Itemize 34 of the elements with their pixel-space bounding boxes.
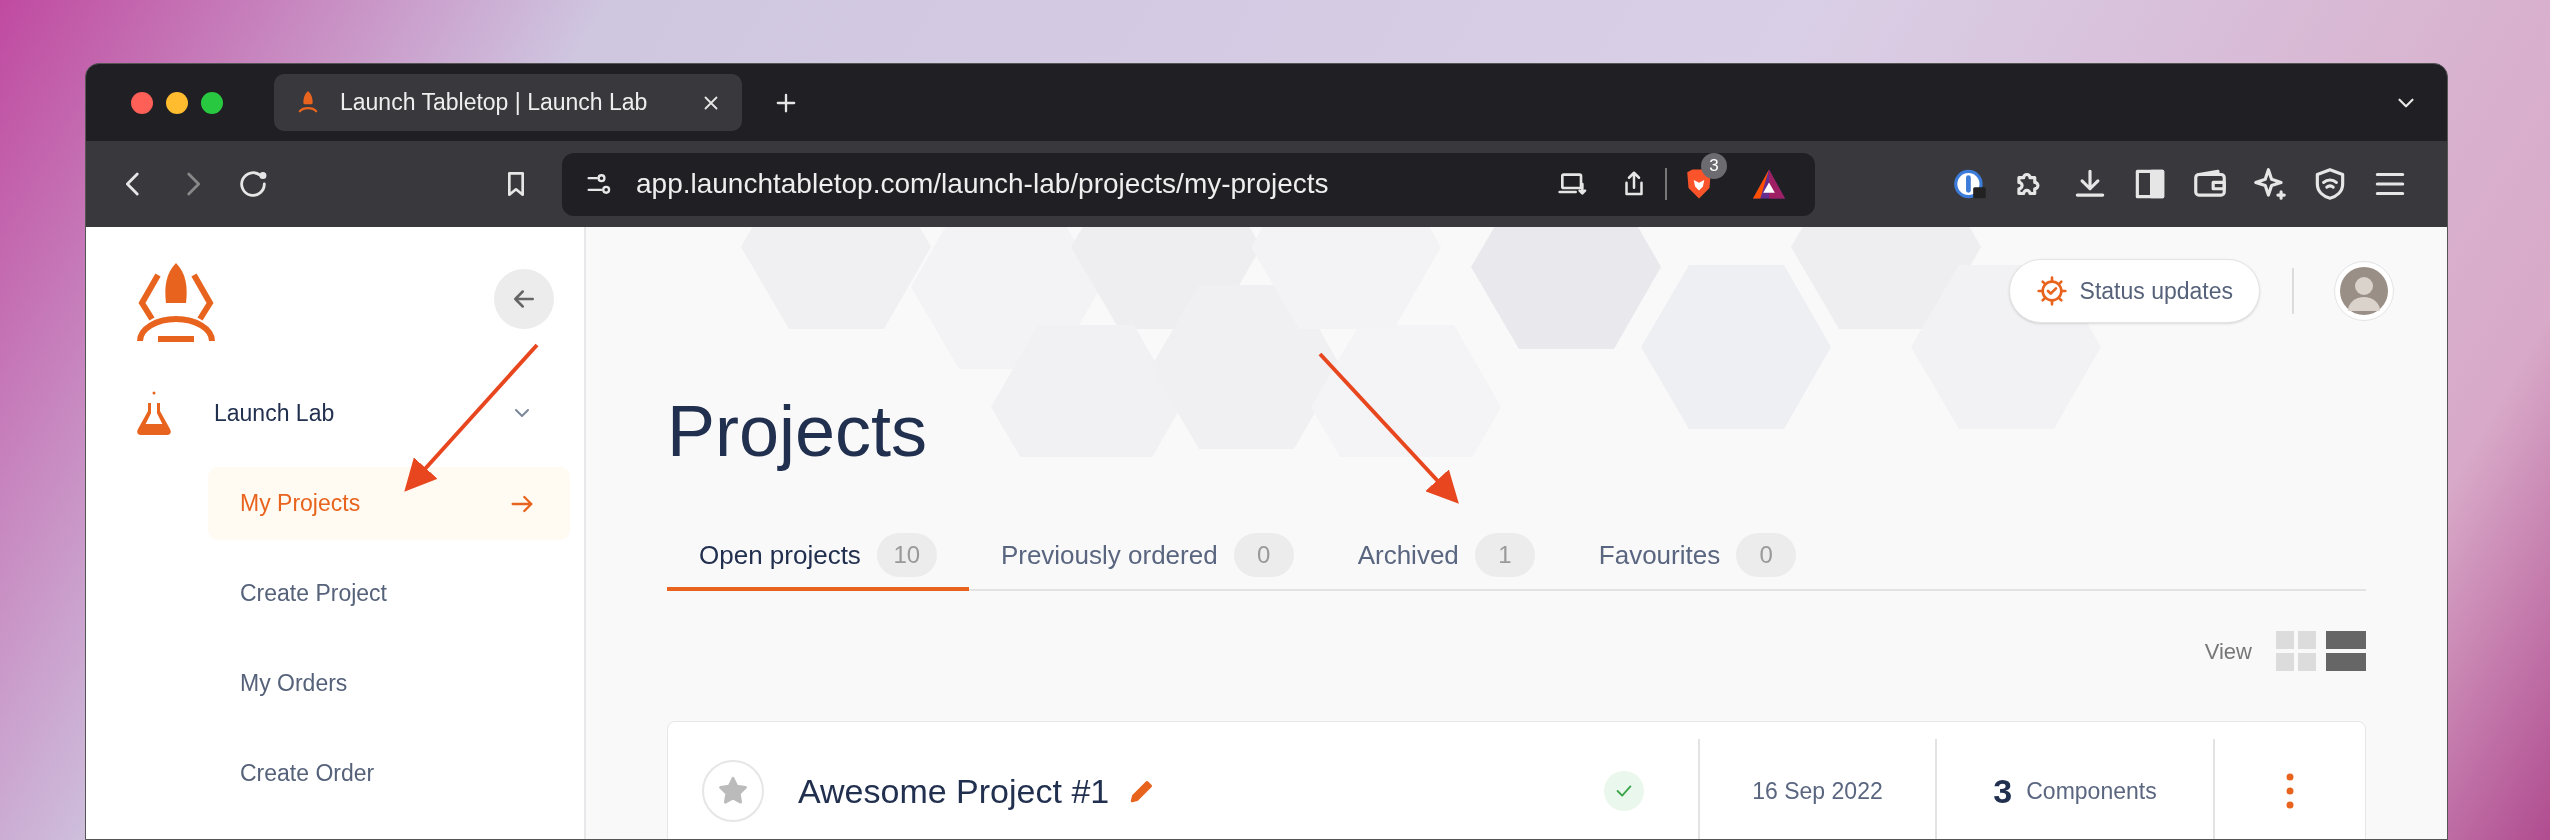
sidebar-item[interactable]: My Orders xyxy=(208,647,570,720)
address-text: app.launchtabletop.com/launch-lab/projects/my-projects xyxy=(636,167,1330,201)
shield-count-badge: 3 xyxy=(1701,153,1727,179)
close-window-button[interactable] xyxy=(131,91,153,114)
zoom-window-button[interactable] xyxy=(201,91,223,114)
sidebar-item[interactable]: My Projects xyxy=(208,467,570,540)
tab-title: Launch Tabletop | Launch Lab xyxy=(340,88,649,118)
workspace-name: Launch Lab xyxy=(214,398,336,428)
component-count: 3 xyxy=(1993,770,2013,812)
count-badge: 10 xyxy=(876,533,937,577)
sidebar-item[interactable]: Create Order xyxy=(208,737,570,810)
tab[interactable]: Previously ordered 0 xyxy=(968,523,1326,591)
tab[interactable]: Open projects 10 xyxy=(667,523,969,591)
count-badge: 0 xyxy=(1736,533,1797,577)
status-updates-button[interactable]: Status updates xyxy=(2008,259,2260,323)
count-badge: 0 xyxy=(1233,533,1294,577)
workspace-selector[interactable]: Launch Lab xyxy=(136,393,570,433)
browser-tab[interactable]: Launch Tabletop | Launch Lab xyxy=(274,74,742,131)
tab[interactable]: Archived 1 xyxy=(1325,523,1567,591)
project-card[interactable]: Awesome Project #1 16 Sep 2022 3 Components xyxy=(667,721,2366,839)
project-date: 16 Sep 2022 xyxy=(1751,776,1884,806)
gear-check-icon xyxy=(2035,275,2068,307)
view-label: View xyxy=(2204,637,2252,666)
project-name[interactable]: Awesome Project #1 xyxy=(798,765,1110,817)
minimize-window-button[interactable] xyxy=(166,91,188,114)
components-label: Components xyxy=(2026,776,2157,806)
tab[interactable]: Favourites 0 xyxy=(1566,523,1829,591)
sparkle-icon[interactable] xyxy=(2251,165,2289,203)
triangle-icon[interactable] xyxy=(1751,168,1787,200)
address-bar[interactable]: app.launchtabletop.com/launch-lab/projects/my-projects 3 xyxy=(562,152,1815,216)
flask-icon xyxy=(136,389,172,437)
sidebar-item[interactable]: Create Project xyxy=(208,557,570,630)
count-badge: 1 xyxy=(1474,533,1535,577)
list-view-icon[interactable] xyxy=(2326,631,2366,671)
